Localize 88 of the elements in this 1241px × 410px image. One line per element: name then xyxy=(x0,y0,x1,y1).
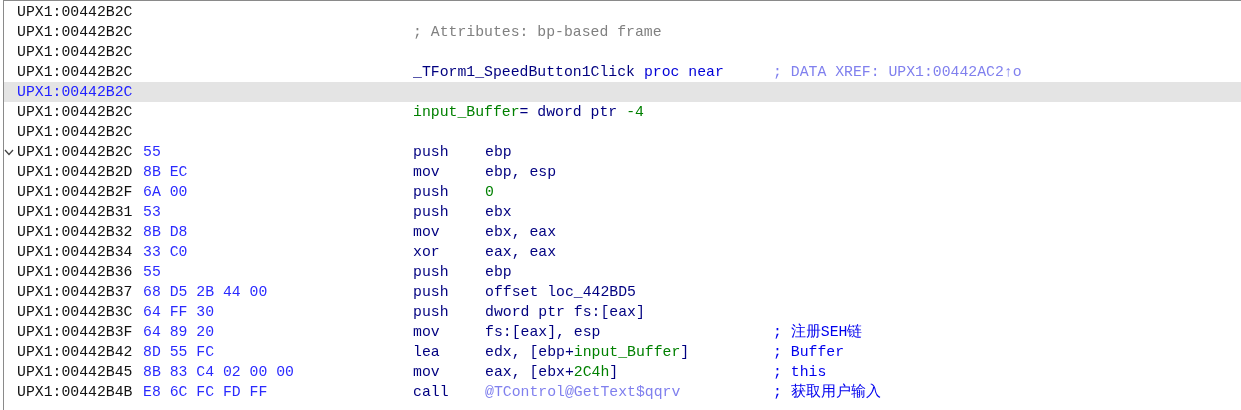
address-text: UPX1:00442B2D xyxy=(17,164,133,180)
opcode-bytes: 8B 83 C4 02 00 00 xyxy=(143,364,294,380)
address-text: UPX1:00442B31 xyxy=(17,204,133,220)
listing-line[interactable]: UPX1:00442B34 33 C0 xor eax, eax xyxy=(4,242,1241,262)
listing-line[interactable]: UPX1:00442B3C 64 FF 30 push dword ptr fs:[eax] xyxy=(4,302,1241,322)
listing-line[interactable]: UPX1:00442B2F 6A 00 push 0 xyxy=(4,182,1241,202)
operand-text: ebx xyxy=(485,204,512,220)
mnemonic-text: xor xyxy=(413,243,441,262)
listing-line[interactable]: UPX1:00442B2D 8B EC mov ebp, esp xyxy=(4,162,1241,182)
address-text: UPX1:00442B36 xyxy=(17,264,133,280)
mnemonic-text: push xyxy=(413,263,450,282)
operand-text: eax, [ebx+2C4h] xyxy=(485,364,619,380)
address-text: UPX1:00442B2C xyxy=(17,84,133,100)
operand-text: offset loc_442BD5 xyxy=(485,284,636,300)
opcode-bytes: 33 C0 xyxy=(143,244,188,260)
listing-line[interactable]: UPX1:00442B36 55 push ebp xyxy=(4,262,1241,282)
listing-line[interactable]: UPX1:00442B42 8D 55 FC lea edx, [ebp+input_Buffer] ; Buffer xyxy=(4,342,1241,362)
listing-line[interactable]: UPX1:00442B4B E8 6C FC FD FF call @TControl@GetText$qqrv ; 获取用户输入 xyxy=(4,382,1241,402)
address-text: UPX1:00442B2C xyxy=(17,104,133,120)
address-text: UPX1:00442B32 xyxy=(17,224,133,240)
comment-text: ; Buffer xyxy=(773,343,845,362)
operand-text: ebp, esp xyxy=(485,164,557,180)
address-text: UPX1:00442B4B xyxy=(17,384,133,400)
opcode-bytes: E8 6C FC FD FF xyxy=(143,384,268,400)
opcode-bytes: 53 xyxy=(143,204,161,220)
mnemonic-text: mov xyxy=(413,323,441,342)
address-text: UPX1:00442B2C xyxy=(17,144,133,160)
opcode-bytes: 64 FF 30 xyxy=(143,304,215,320)
opcode-bytes: 55 xyxy=(143,264,161,280)
mnemonic-text: push xyxy=(413,303,450,322)
code-text: ; Attributes: bp-based frame xyxy=(413,24,662,40)
mnemonic-text: push xyxy=(413,283,450,302)
listing-line[interactable]: UPX1:00442B2C xyxy=(4,2,1241,22)
address-text: UPX1:00442B2C xyxy=(17,64,133,80)
comment-text: ; DATA XREF: UPX1:00442AC2↑o xyxy=(773,63,1022,82)
opcode-bytes: 8D 55 FC xyxy=(143,344,215,360)
opcode-bytes: 8B D8 xyxy=(143,224,188,240)
code-text: _TForm1_SpeedButton1Click proc near xyxy=(413,64,724,80)
operand-text: fs:[eax], esp xyxy=(485,324,601,340)
code-text: input_Buffer= dword ptr -4 xyxy=(413,104,644,120)
address-text: UPX1:00442B42 xyxy=(17,344,133,360)
comment-text: ; 注册SEH链 xyxy=(773,322,863,342)
listing-line[interactable]: UPX1:00442B32 8B D8 mov ebx, eax xyxy=(4,222,1241,242)
comment-text: ; this xyxy=(773,363,827,382)
address-text: UPX1:00442B34 xyxy=(17,244,133,260)
address-text: UPX1:00442B2C xyxy=(17,4,133,20)
operand-text: ebp xyxy=(485,264,512,280)
operand-text: 0 xyxy=(485,184,494,200)
opcode-bytes: 55 xyxy=(143,144,161,160)
listing-line[interactable]: UPX1:00442B45 8B 83 C4 02 00 00 mov eax, [ebx+2C4h] ; this xyxy=(4,362,1241,382)
address-text: UPX1:00442B2F xyxy=(17,184,133,200)
operand-text: ebx, eax xyxy=(485,224,557,240)
operand-text: dword ptr fs:[eax] xyxy=(485,304,645,320)
listing-line[interactable]: UPX1:00442B2C _TForm1_SpeedButton1Click proc near ; DATA XREF: UPX1:00442AC2↑o xyxy=(4,62,1241,82)
listing-line[interactable]: UPX1:00442B31 53 push ebx xyxy=(4,202,1241,222)
opcode-bytes: 8B EC xyxy=(143,164,188,180)
address-text: UPX1:00442B2C xyxy=(17,124,133,140)
opcode-bytes: 68 D5 2B 44 00 xyxy=(143,284,268,300)
address-text: UPX1:00442B2C xyxy=(17,24,133,40)
mnemonic-text: mov xyxy=(413,363,441,382)
address-text: UPX1:00442B3C xyxy=(17,304,133,320)
opcode-bytes: 64 89 20 xyxy=(143,324,215,340)
listing-line[interactable]: UPX1:00442B2C ; Attributes: bp-based frame xyxy=(4,22,1241,42)
operand-text: edx, [ebp+input_Buffer] xyxy=(485,344,690,360)
mnemonic-text: push xyxy=(413,203,450,222)
listing-line[interactable]: UPX1:00442B3F 64 89 20 mov fs:[eax], esp ; 注册SEH链 xyxy=(4,322,1241,342)
operand-text: ebp xyxy=(485,144,512,160)
mnemonic-text: push xyxy=(413,183,450,202)
address-text: UPX1:00442B37 xyxy=(17,284,133,300)
mnemonic-text: call xyxy=(413,383,450,402)
listing-line[interactable]: UPX1:00442B2C 55 push ebp xyxy=(4,142,1241,162)
mnemonic-text: lea xyxy=(413,343,441,362)
chevron-down-icon[interactable] xyxy=(4,148,14,156)
opcode-bytes: 6A 00 xyxy=(143,184,188,200)
operand-text: eax, eax xyxy=(485,244,557,260)
mnemonic-text: mov xyxy=(413,163,441,182)
comment-text: ; 获取用户输入 xyxy=(773,382,881,402)
address-text: UPX1:00442B45 xyxy=(17,364,133,380)
listing-line[interactable]: UPX1:00442B2C xyxy=(4,122,1241,142)
listing-line[interactable]: UPX1:00442B37 68 D5 2B 44 00 push offset loc_442BD5 xyxy=(4,282,1241,302)
address-text: UPX1:00442B2C xyxy=(17,44,133,60)
mnemonic-text: push xyxy=(413,143,450,162)
operand-text: @TControl@GetText$qqrv xyxy=(485,384,681,400)
listing-line[interactable]: UPX1:00442B2C input_Buffer= dword ptr -4 xyxy=(4,102,1241,122)
listing-line[interactable]: UPX1:00442B2C xyxy=(4,42,1241,62)
selected-line-highlight[interactable]: UPX1:00442B2C xyxy=(4,82,1241,102)
address-text: UPX1:00442B3F xyxy=(17,324,133,340)
mnemonic-text: mov xyxy=(413,223,441,242)
